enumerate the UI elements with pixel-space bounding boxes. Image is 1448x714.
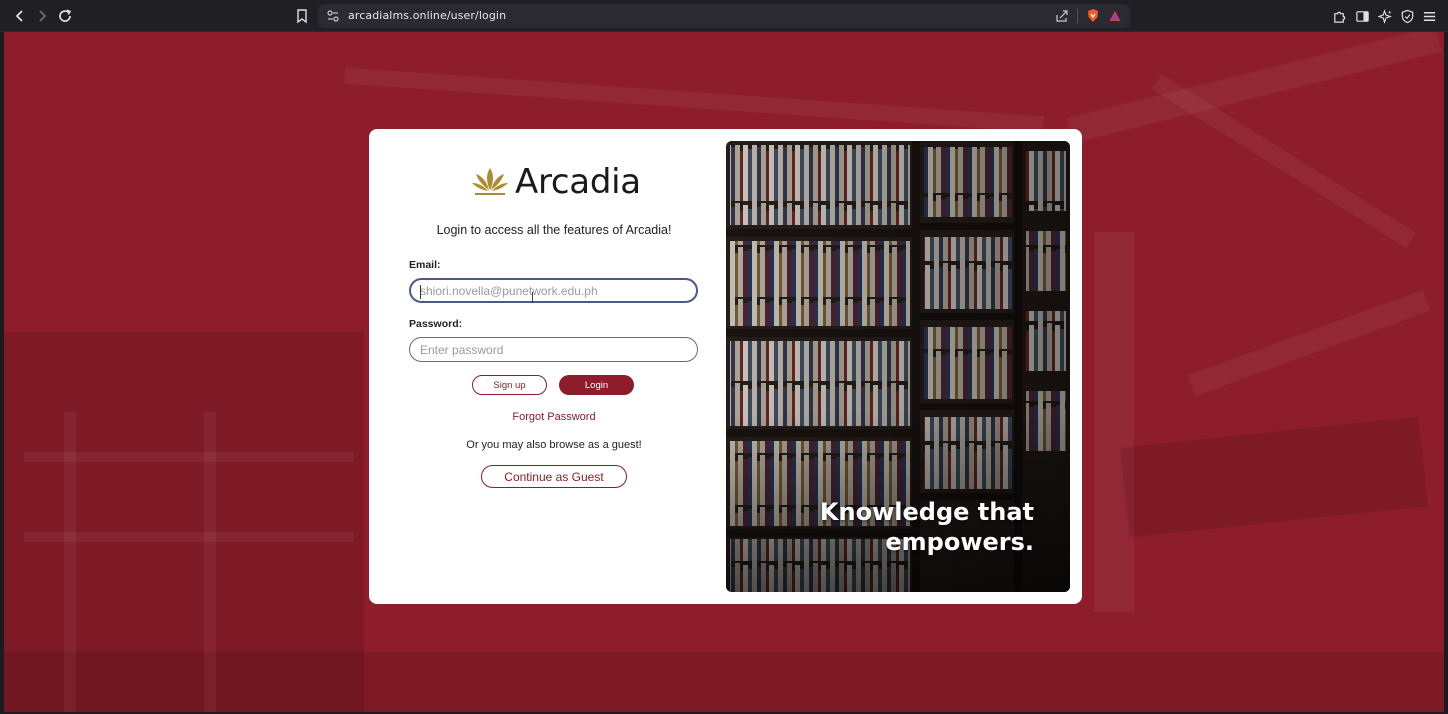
login-card: Arcadia Login to access all the features…: [369, 129, 1082, 604]
extensions-button[interactable]: [1330, 7, 1348, 25]
menu-button[interactable]: [1420, 7, 1438, 25]
divider: [1077, 8, 1078, 23]
hero-line-2: empowers.: [885, 528, 1034, 556]
background-pillar: [1094, 232, 1134, 612]
sidebar-button[interactable]: [1353, 7, 1371, 25]
shield-icon: [1401, 9, 1413, 23]
login-button[interactable]: Login: [559, 375, 634, 395]
logo-text: Arcadia: [515, 162, 641, 202]
background-beam: [1120, 416, 1428, 538]
background-beam: [1066, 32, 1442, 144]
forward-button[interactable]: [32, 6, 52, 26]
leo-ai-button[interactable]: [1376, 7, 1394, 25]
sparkle-icon: [1377, 8, 1392, 24]
password-placeholder: Enter password: [420, 343, 504, 357]
guest-prompt: Or you may also browse as a guest!: [466, 439, 642, 451]
arcadia-logo: Arcadia: [470, 162, 641, 202]
bookmark-button[interactable]: [292, 6, 312, 26]
url-text[interactable]: arcadialms.online/user/login: [348, 9, 506, 22]
background-floor: [4, 652, 1444, 712]
reload-icon: [59, 9, 72, 22]
address-bar[interactable]: arcadialms.online/user/login: [318, 4, 1130, 28]
hamburger-menu-icon: [1423, 11, 1435, 21]
password-label: Password:: [409, 318, 463, 330]
site-settings-icon[interactable]: [326, 9, 340, 23]
reload-button[interactable]: [55, 6, 75, 26]
email-placeholder: shiori.novella@punetwork.edu.ph: [420, 284, 598, 298]
text-caret: [420, 285, 421, 299]
brave-rewards-icon[interactable]: [1108, 9, 1122, 23]
chevron-left-icon: [15, 10, 23, 22]
sidebar-icon: [1355, 10, 1369, 22]
vpn-button[interactable]: [1398, 7, 1416, 25]
login-page-background: Arcadia Login to access all the features…: [4, 32, 1444, 712]
continue-as-guest-button[interactable]: Continue as Guest: [481, 465, 627, 488]
puzzle-icon: [1333, 11, 1345, 23]
hero-line-1: Knowledge that: [819, 498, 1034, 526]
forgot-password-link[interactable]: Forgot Password: [369, 411, 739, 423]
background-beam: [1152, 73, 1416, 249]
chevron-right-icon: [39, 10, 47, 22]
lotus-leaf-icon: [472, 168, 508, 195]
library-bookshelf-image: Knowledge that empowers.: [726, 141, 1070, 592]
password-field[interactable]: Enter password: [409, 337, 698, 362]
mouse-ibeam-cursor: [532, 292, 533, 303]
share-icon[interactable]: [1055, 9, 1069, 23]
background-beam: [1187, 289, 1431, 397]
login-form-panel: Arcadia Login to access all the features…: [369, 129, 725, 604]
sign-up-button[interactable]: Sign up: [472, 375, 547, 395]
brave-shields-icon[interactable]: [1086, 8, 1100, 23]
bookmark-icon: [297, 9, 307, 24]
back-button[interactable]: [10, 6, 30, 26]
email-field[interactable]: shiori.novella@punetwork.edu.ph: [409, 278, 698, 303]
background-beam: [344, 67, 1044, 133]
hero-tagline: Knowledge that empowers.: [820, 497, 1034, 557]
login-subtitle: Login to access all the features of Arca…: [436, 223, 672, 237]
browser-toolbar: arcadialms.online/user/login: [0, 0, 1448, 32]
email-label: Email:: [409, 259, 441, 271]
